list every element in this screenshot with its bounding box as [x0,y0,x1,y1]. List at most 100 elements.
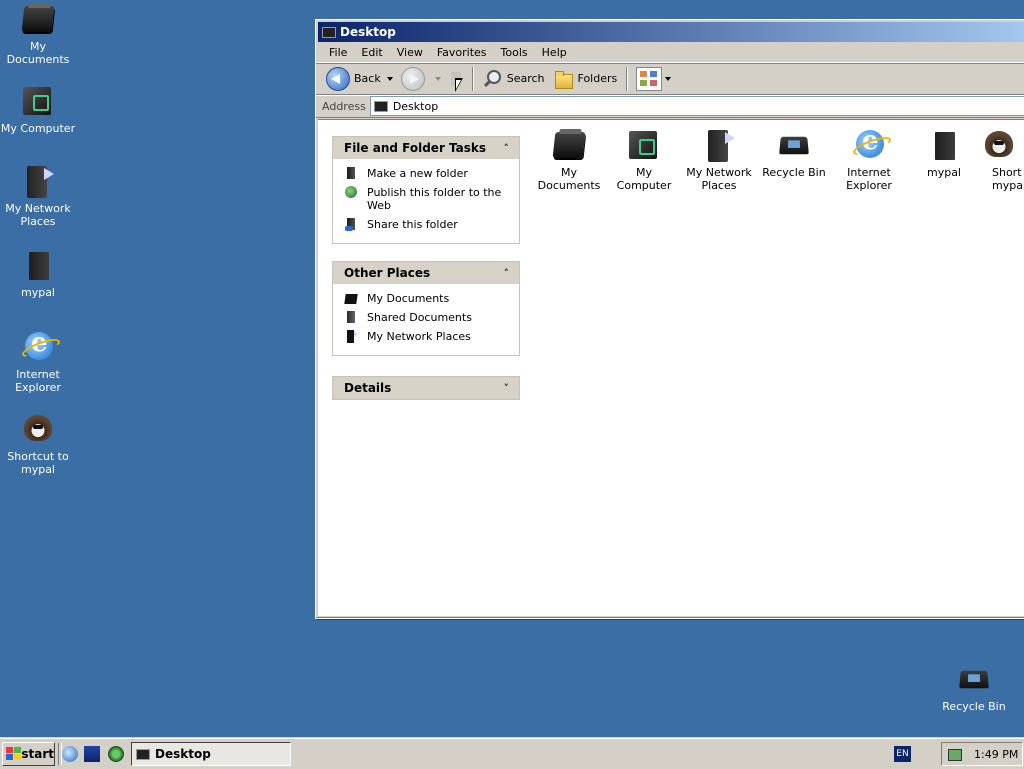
task-share-folder[interactable]: Share this folder [345,218,519,231]
recycle-bin-icon [777,128,811,162]
desktop-icon-label: Internet Explorer [15,368,61,394]
file-icon-my-computer[interactable]: My Computer [607,128,681,192]
system-tray: 1:49 PM [941,742,1023,766]
my-computer-icon [21,84,55,118]
toolbar-separator [471,66,473,91]
back-button[interactable]: Back [322,66,397,92]
desktop-icon-label: My Documents [6,40,70,66]
desktop-icon-label: mypal [20,286,55,299]
file-label: Recycle Bin [762,166,826,179]
folder-content-area[interactable]: File and Folder Tasks ˄ Make a new folde… [318,119,1024,616]
desktop-icon-label: Recycle Bin [942,700,1006,713]
task-make-new-folder[interactable]: Make a new folder [345,167,519,180]
explorer-window: Desktop File Edit View Favorites Tools H… [315,19,1024,619]
place-my-network-places[interactable]: My Network Places [345,330,519,343]
quick-launch-show-desktop-icon[interactable] [84,746,100,762]
share-folder-icon [345,218,358,231]
tray-app-icon[interactable] [948,747,962,761]
desktop-icon-label: Shortcut to mypal [7,450,69,476]
file-label: My Documents [537,166,601,192]
forward-dropdown-arrow-icon[interactable] [434,76,441,81]
file-icon-mypal[interactable]: mypal [907,128,981,179]
back-dropdown-arrow-icon[interactable] [386,76,393,81]
panel-header[interactable]: Other Places ˄ [333,262,519,284]
shortcut-mypal-icon [21,412,55,446]
menu-edit[interactable]: Edit [354,46,389,59]
back-button-label: Back [354,72,381,85]
recycle-bin-icon [957,662,991,696]
desktop-folder-icon [136,748,150,760]
forward-button[interactable] [397,66,445,92]
forward-arrow-icon [400,66,425,91]
my-documents-icon [345,292,358,305]
desktop-icon-mypal[interactable]: mypal [0,248,76,299]
file-label: My Computer [616,166,672,192]
shortcut-mypal-icon [982,128,1016,162]
views-dropdown-arrow-icon [665,76,672,81]
views-button[interactable] [632,66,675,92]
desktop-icon-my-documents[interactable]: My Documents [0,2,76,66]
taskbar: start Desktop EN 1:49 PM [0,738,1024,769]
expand-chevron-icon[interactable]: ˅ [504,382,510,395]
task-label: Publish this folder to the Web [367,186,502,212]
my-network-places-icon [21,164,55,198]
desktop-icon-recycle-bin[interactable]: Recycle Bin [936,662,1012,713]
address-input[interactable]: Desktop [369,96,1024,116]
desktop-icon-shortcut-to-mypal[interactable]: Shortcut to mypal [0,412,76,476]
file-icon-shortcut-to-mypal[interactable]: Shortcut to mypal [982,128,1022,192]
shared-documents-icon [345,311,358,324]
quick-launch-media-player-icon[interactable] [108,746,124,762]
my-network-places-icon [345,330,358,343]
internet-explorer-icon [21,328,55,364]
start-button[interactable]: start [2,742,55,766]
desktop-icon-internet-explorer[interactable]: Internet Explorer [0,328,76,394]
place-my-documents[interactable]: My Documents [345,292,519,305]
views-icon [636,66,663,91]
panel-header[interactable]: Details ˅ [333,377,519,399]
menu-tools[interactable]: Tools [494,46,535,59]
clock[interactable]: 1:49 PM [974,748,1018,761]
my-documents-icon [21,2,55,36]
taskbar-button-desktop[interactable]: Desktop [131,742,291,766]
window-titlebar[interactable]: Desktop [318,22,1024,42]
folders-icon [553,70,573,89]
file-icon-my-documents[interactable]: My Documents [532,128,606,192]
panel-title: File and Folder Tasks [344,141,487,155]
file-icon-my-network-places[interactable]: My Network Places [682,128,756,192]
standard-toolbar: Back Search Folders [316,63,1024,95]
file-label: Shortcut to mypal [992,166,1022,192]
search-icon [482,69,502,89]
desktop-icon-my-network-places[interactable]: My Network Places [0,164,76,228]
my-computer-icon [627,128,661,162]
folders-button[interactable]: Folders [549,66,622,92]
menu-favorites[interactable]: Favorites [430,46,494,59]
panel-title: Other Places [344,266,431,280]
desktop-icon-my-computer[interactable]: My Computer [0,84,76,135]
panel-title: Details [344,381,392,395]
file-icon-internet-explorer[interactable]: Internet Explorer [832,126,906,192]
panel-header[interactable]: File and Folder Tasks ˄ [333,137,519,159]
my-network-places-icon [702,128,736,162]
menu-help[interactable]: Help [535,46,574,59]
toolbar-separator [626,66,628,91]
file-icon-recycle-bin[interactable]: Recycle Bin [757,128,831,179]
menu-view[interactable]: View [390,46,430,59]
window-title: Desktop [340,25,396,39]
menu-bar: File Edit View Favorites Tools Help [316,42,1024,63]
place-label: Shared Documents [367,311,472,324]
collapse-chevron-icon[interactable]: ˄ [504,142,510,155]
other-places-panel: Other Places ˄ My Documents Shared Docum… [332,261,520,356]
address-label: Address [322,99,366,113]
internet-explorer-icon [852,126,886,162]
task-publish-to-web[interactable]: Publish this folder to the Web [345,186,519,212]
mypal-icon [927,128,961,162]
mypal-icon [21,248,55,282]
search-button[interactable]: Search [478,66,549,92]
place-shared-documents[interactable]: Shared Documents [345,311,519,324]
language-indicator[interactable]: EN [894,746,911,762]
collapse-chevron-icon[interactable]: ˄ [504,267,510,280]
menu-file[interactable]: File [322,46,354,59]
quick-launch-internet-explorer-icon[interactable] [62,746,78,762]
task-label: Share this folder [367,218,458,231]
address-bar: Address Desktop [316,95,1024,118]
